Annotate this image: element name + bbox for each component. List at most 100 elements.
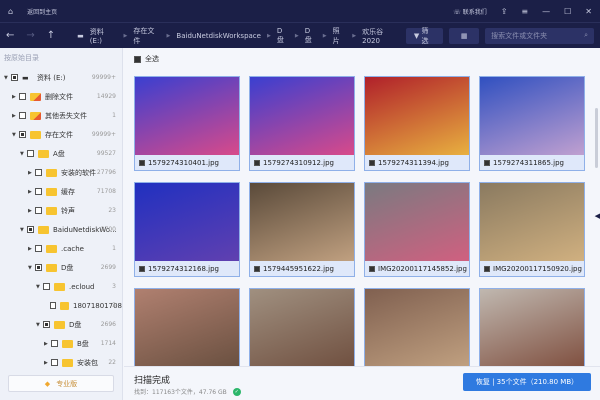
up-arrow-icon[interactable]: ↑: [47, 30, 55, 41]
menu-icon[interactable]: ≡: [521, 7, 528, 16]
expand-down-icon[interactable]: ▼: [36, 322, 43, 328]
checkbox[interactable]: [19, 93, 26, 100]
select-all-checkbox[interactable]: 全选: [134, 54, 159, 64]
expand-right-icon[interactable]: ▶: [12, 113, 19, 119]
checkbox[interactable]: [43, 321, 50, 328]
home-icon[interactable]: ⌂: [8, 7, 13, 16]
expand-down-icon[interactable]: ▼: [4, 75, 11, 81]
share-icon[interactable]: ⇪: [501, 7, 508, 16]
expand-down-icon[interactable]: ▼: [28, 265, 35, 271]
filter-button[interactable]: ▼ 筛选: [405, 27, 444, 45]
checkbox[interactable]: [139, 159, 145, 166]
tree-node[interactable]: 18071801708 3: [0, 296, 122, 315]
tree-node[interactable]: ▶ B盘 1714: [0, 334, 122, 353]
breadcrumb-item[interactable]: 照片: [333, 26, 347, 46]
tree-node[interactable]: ▶ 删除文件 14929: [0, 87, 122, 106]
file-thumbnail[interactable]: 1579274311394.jpg: [364, 76, 470, 171]
breadcrumb-item[interactable]: 存在文件: [133, 26, 160, 46]
photo-preview: [480, 289, 584, 367]
checkbox[interactable]: [11, 74, 18, 81]
file-thumbnail[interactable]: 1579274310401.jpg: [134, 76, 240, 171]
tree-node[interactable]: ▶ 安装的软件 27796: [0, 163, 122, 182]
expand-down-icon[interactable]: ▼: [12, 132, 19, 138]
checkbox[interactable]: [49, 302, 56, 309]
close-icon[interactable]: ✕: [585, 7, 592, 16]
file-thumbnail[interactable]: [134, 288, 240, 368]
checkbox[interactable]: [254, 265, 260, 272]
file-thumbnail[interactable]: IMG20200117150920.jpg: [479, 182, 585, 277]
tree-node[interactable]: ▼ A盘 99527: [0, 144, 122, 163]
checkbox[interactable]: [35, 188, 42, 195]
view-toggle-button[interactable]: ▦: [449, 27, 480, 44]
file-thumbnail[interactable]: IMG20200117145852.jpg: [364, 182, 470, 277]
checkbox[interactable]: [51, 340, 58, 347]
tree-node[interactable]: ▶ 安装包 22: [0, 353, 122, 372]
expand-down-icon[interactable]: ▼: [36, 284, 43, 290]
tree-node[interactable]: ▶ 其他丢失文件 1: [0, 106, 122, 125]
back-arrow-icon[interactable]: ←: [6, 30, 14, 41]
checkbox[interactable]: [35, 207, 42, 214]
expand-down-icon[interactable]: ▼: [20, 227, 27, 233]
tree-node[interactable]: ▶ .cache 1: [0, 239, 122, 258]
expand-right-icon[interactable]: ▶: [28, 208, 35, 214]
checkbox[interactable]: [27, 226, 34, 233]
tree-node[interactable]: ▼ BaiduNetdiskWo... 2700: [0, 220, 122, 239]
scrollbar[interactable]: [595, 108, 598, 168]
tree-node[interactable]: ▼ ▬ 资料 (E:) 99999+: [0, 68, 122, 87]
checkbox[interactable]: [51, 359, 58, 366]
checkbox[interactable]: [19, 131, 26, 138]
expand-right-icon[interactable]: ▶: [28, 246, 35, 252]
back-home-link[interactable]: 返回到主页: [27, 7, 57, 16]
photo-preview: [365, 183, 469, 261]
checkbox[interactable]: [484, 159, 490, 166]
checkbox[interactable]: [254, 159, 260, 166]
checkbox[interactable]: [19, 112, 26, 119]
file-thumbnail[interactable]: 1579274312168.jpg: [134, 182, 240, 277]
recover-button[interactable]: 恢复 | 35个文件（210.80 MB）: [463, 373, 591, 391]
file-thumbnail[interactable]: 1579274311865.jpg: [479, 76, 585, 171]
breadcrumb-item[interactable]: D盘: [305, 27, 317, 45]
tree-node[interactable]: ▶ 铃声 23: [0, 201, 122, 220]
expand-right-icon[interactable]: ▶: [28, 189, 35, 195]
checkbox[interactable]: [43, 283, 50, 290]
checkbox[interactable]: [35, 245, 42, 252]
breadcrumb-item[interactable]: BaiduNetdiskWorkspace: [176, 32, 261, 40]
contact-link[interactable]: ☏ 联系我们: [453, 7, 486, 16]
checkbox[interactable]: [35, 264, 42, 271]
breadcrumb-item[interactable]: 资料 (E:): [90, 27, 118, 45]
forward-arrow-icon[interactable]: →: [26, 30, 34, 41]
collapse-panel-icon[interactable]: ◀: [595, 212, 600, 220]
tree-node[interactable]: ▼ .ecloud 3: [0, 277, 122, 296]
minimize-icon[interactable]: —: [542, 7, 550, 16]
pro-edition-button[interactable]: ◆ 专业版: [8, 375, 114, 392]
tree-node[interactable]: ▶ 缓存 71708: [0, 182, 122, 201]
folder-icon: [30, 111, 41, 120]
file-thumbnail[interactable]: [479, 288, 585, 368]
checkbox[interactable]: [369, 159, 375, 166]
checkbox[interactable]: [369, 265, 375, 272]
breadcrumb-item[interactable]: 欢乐谷2020: [362, 27, 400, 45]
node-count: 3: [112, 302, 116, 309]
expand-right-icon[interactable]: ▶: [28, 170, 35, 176]
file-thumbnail[interactable]: 1579445951622.jpg: [249, 182, 355, 277]
photo-preview: [365, 289, 469, 367]
file-thumbnail[interactable]: 1579274310912.jpg: [249, 76, 355, 171]
expand-down-icon[interactable]: ▼: [20, 151, 27, 157]
checkbox[interactable]: [484, 265, 490, 272]
checkbox[interactable]: [27, 150, 34, 157]
checkbox[interactable]: [35, 169, 42, 176]
tree-node[interactable]: ▼ 存在文件 99999+: [0, 125, 122, 144]
search-input[interactable]: 搜索文件或文件夹 ⌕: [485, 27, 594, 44]
expand-right-icon[interactable]: ▶: [12, 94, 19, 100]
expand-right-icon[interactable]: ▶: [44, 360, 51, 366]
tree-node[interactable]: ▼ D盘 2696: [0, 315, 122, 334]
tree-node[interactable]: ▼ D盘 2699: [0, 258, 122, 277]
file-thumbnail[interactable]: [364, 288, 470, 368]
file-thumbnail[interactable]: [249, 288, 355, 368]
expand-right-icon[interactable]: ▶: [44, 341, 51, 347]
maximize-icon[interactable]: ☐: [564, 7, 571, 16]
breadcrumb-item[interactable]: D盘: [277, 27, 289, 45]
checkbox[interactable]: [139, 265, 145, 272]
checkbox[interactable]: [134, 55, 141, 63]
file-name: 1579445951622.jpg: [263, 264, 334, 273]
